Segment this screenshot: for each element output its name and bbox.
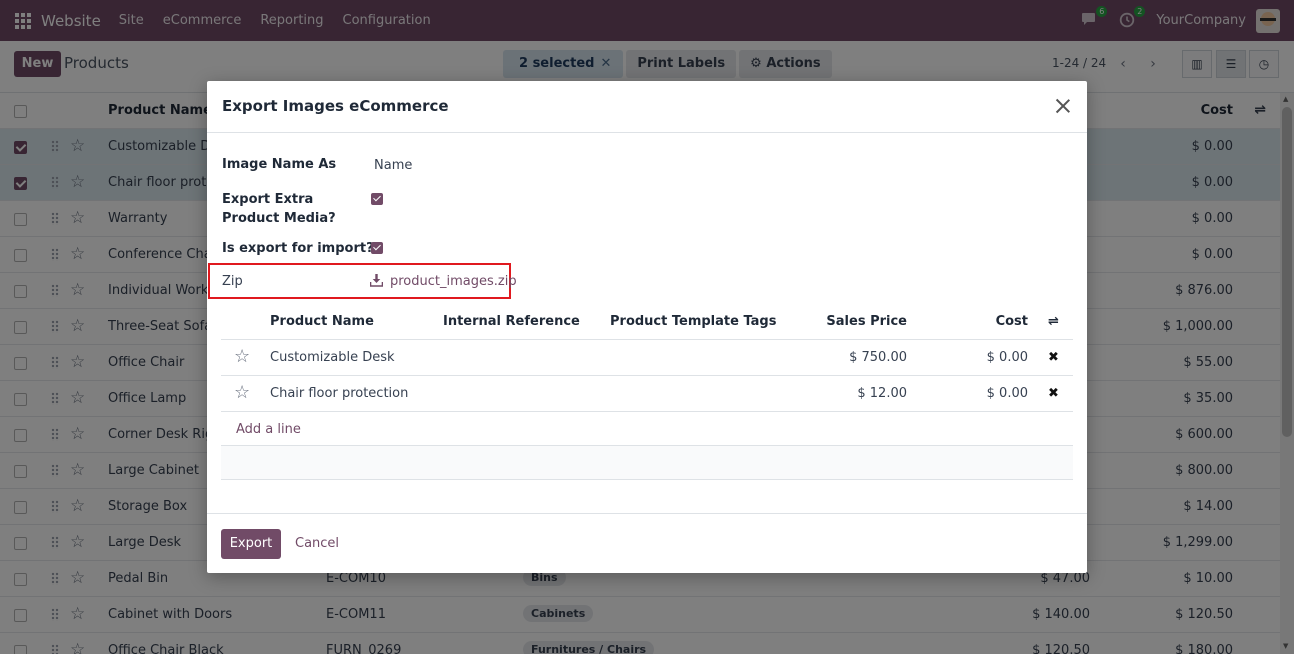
subtable-footer-row bbox=[221, 446, 1073, 480]
export-images-dialog: Export Images eCommerce Image Name As Na… bbox=[207, 81, 1087, 573]
remove-line-icon[interactable]: ✖ bbox=[1048, 350, 1059, 365]
row-product-name: Chair floor protection bbox=[270, 386, 409, 401]
optional-columns-icon[interactable]: ⇌ bbox=[1048, 314, 1059, 329]
add-line-row: Add a line bbox=[221, 412, 1073, 446]
zip-label: Zip bbox=[222, 274, 243, 289]
for-import-checkbox[interactable] bbox=[371, 242, 383, 254]
export-button[interactable]: Export bbox=[221, 529, 281, 559]
remove-line-icon[interactable]: ✖ bbox=[1048, 386, 1059, 401]
row-cost: $ 0.00 bbox=[986, 350, 1028, 365]
subtable-header-row: Product Name Internal Reference Product … bbox=[221, 304, 1073, 340]
dialog-footer: Export Cancel bbox=[207, 513, 1087, 573]
image-name-as-select[interactable]: Name bbox=[374, 158, 412, 173]
table-row[interactable]: ☆ Customizable Desk $ 750.00 $ 0.00 ✖ bbox=[221, 340, 1073, 376]
close-icon[interactable] bbox=[1051, 94, 1075, 118]
zip-download-link[interactable]: product_images.zip bbox=[390, 274, 517, 289]
subheader-cost[interactable]: Cost bbox=[996, 314, 1028, 329]
image-name-as-label: Image Name As bbox=[222, 157, 337, 172]
star-icon[interactable]: ☆ bbox=[234, 382, 250, 403]
cancel-button[interactable]: Cancel bbox=[295, 536, 339, 551]
download-icon[interactable] bbox=[369, 274, 384, 287]
subheader-internal-reference[interactable]: Internal Reference bbox=[443, 314, 580, 329]
extra-media-checkbox[interactable] bbox=[371, 193, 383, 205]
subheader-template-tags[interactable]: Product Template Tags bbox=[610, 314, 776, 329]
row-sales-price: $ 750.00 bbox=[849, 350, 907, 365]
row-sales-price: $ 12.00 bbox=[857, 386, 907, 401]
row-cost: $ 0.00 bbox=[986, 386, 1028, 401]
dialog-title: Export Images eCommerce bbox=[222, 97, 449, 115]
star-icon[interactable]: ☆ bbox=[234, 346, 250, 367]
subheader-sales-price[interactable]: Sales Price bbox=[826, 314, 907, 329]
extra-media-label: Export Extra Product Media? bbox=[222, 192, 336, 226]
add-a-line-link[interactable]: Add a line bbox=[236, 422, 301, 437]
row-product-name: Customizable Desk bbox=[270, 350, 395, 365]
for-import-label: Is export for import? bbox=[222, 241, 374, 256]
subheader-product-name[interactable]: Product Name bbox=[270, 314, 374, 329]
table-row[interactable]: ☆ Chair floor protection $ 12.00 $ 0.00 … bbox=[221, 376, 1073, 412]
dialog-header: Export Images eCommerce bbox=[207, 81, 1087, 133]
